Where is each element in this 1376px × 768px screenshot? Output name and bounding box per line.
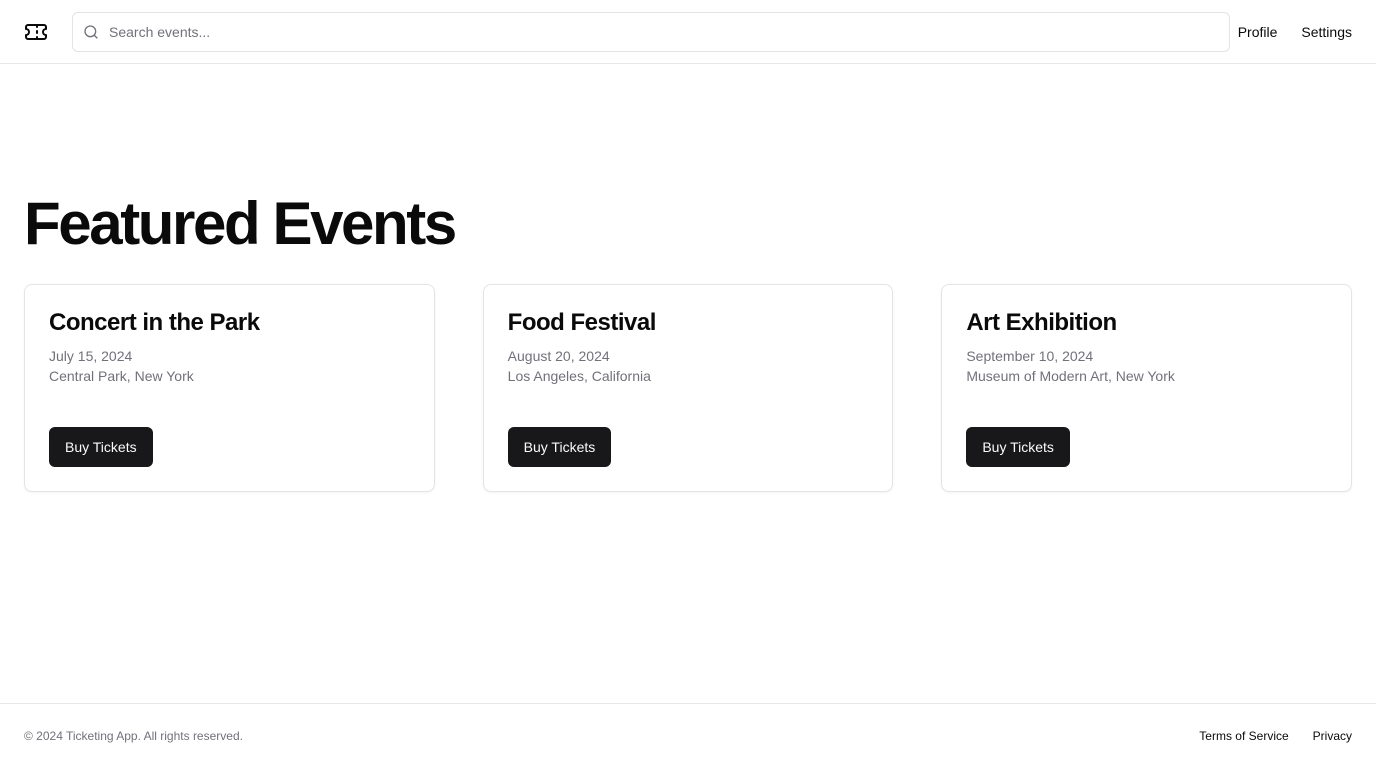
event-date: July 15, 2024 <box>49 348 133 364</box>
event-title: Food Festival <box>507 309 657 336</box>
event-card: Concert in the Park July 15, 2024 Centra… <box>24 284 435 492</box>
page-title: Featured Events <box>24 190 457 257</box>
search-input[interactable] <box>109 13 1229 51</box>
terms-link[interactable]: Terms of Service <box>1199 729 1288 743</box>
event-card: Art Exhibition September 10, 2024 Museum… <box>941 284 1353 492</box>
footer-links: Terms of Service Privacy <box>1199 729 1352 743</box>
event-title: Concert in the Park <box>49 309 260 336</box>
header-nav: Profile Settings <box>1238 0 1352 64</box>
buy-tickets-button[interactable]: Buy Tickets <box>966 427 1070 467</box>
buy-tickets-button[interactable]: Buy Tickets <box>507 427 612 467</box>
search-icon <box>83 24 99 40</box>
event-location: Museum of Modern Art, New York <box>966 368 1175 384</box>
event-date: September 10, 2024 <box>966 348 1094 364</box>
page-footer: © 2024 Ticketing App. All rights reserve… <box>0 703 1376 768</box>
top-header: Profile Settings <box>0 0 1376 64</box>
event-location: Los Angeles, California <box>507 368 651 384</box>
event-date: August 20, 2024 <box>507 348 610 364</box>
ticket-icon[interactable] <box>24 20 48 44</box>
nav-settings-link[interactable]: Settings <box>1301 24 1352 40</box>
event-cards: Concert in the Park July 15, 2024 Centra… <box>24 284 1353 492</box>
page: Profile Settings Featured Events Concert… <box>0 0 1376 768</box>
nav-profile-link[interactable]: Profile <box>1238 24 1278 40</box>
copyright-text: © 2024 Ticketing App. All rights reserve… <box>24 729 243 743</box>
event-title: Art Exhibition <box>966 309 1117 336</box>
event-location: Central Park, New York <box>49 368 194 384</box>
buy-tickets-button[interactable]: Buy Tickets <box>49 427 153 467</box>
event-card: Food Festival August 20, 2024 Los Angele… <box>482 284 894 492</box>
privacy-link[interactable]: Privacy <box>1313 729 1352 743</box>
search-box <box>72 12 1230 52</box>
